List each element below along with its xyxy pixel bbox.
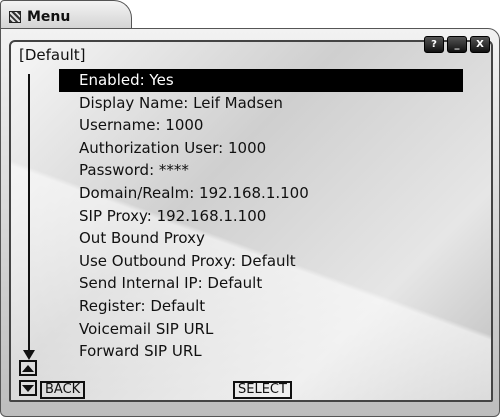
triangle-down-icon bbox=[22, 384, 34, 392]
menu-item-password[interactable]: Password: **** bbox=[59, 159, 463, 182]
scroll-indicator-line bbox=[28, 74, 30, 354]
menu-item-outbound-proxy[interactable]: Out Bound Proxy bbox=[59, 227, 463, 250]
menu-window: Menu ? _ X [Default] Enabled: Yes Displa… bbox=[0, 0, 500, 417]
close-button[interactable]: X bbox=[470, 36, 490, 53]
menu-item-username[interactable]: Username: 1000 bbox=[59, 114, 463, 137]
help-button[interactable]: ? bbox=[424, 36, 444, 53]
phone-screen: [Default] Enabled: Yes Display Name: Lei… bbox=[9, 40, 493, 402]
select-softkey[interactable]: SELECT bbox=[233, 381, 292, 399]
menu-item-register[interactable]: Register: Default bbox=[59, 295, 463, 318]
scroll-down-button[interactable] bbox=[19, 380, 37, 396]
menu-item-domain-realm[interactable]: Domain/Realm: 192.168.1.100 bbox=[59, 182, 463, 205]
minimize-button[interactable]: _ bbox=[447, 36, 467, 53]
section-label: [Default] bbox=[19, 46, 86, 64]
menu-item-use-outbound-proxy[interactable]: Use Outbound Proxy: Default bbox=[59, 250, 463, 273]
app-icon bbox=[9, 10, 21, 23]
menu-item-sip-proxy[interactable]: SIP Proxy: 192.168.1.100 bbox=[59, 205, 463, 228]
back-softkey[interactable]: BACK bbox=[40, 381, 86, 399]
menu-item-send-internal-ip[interactable]: Send Internal IP: Default bbox=[59, 272, 463, 295]
scroll-indicator-arrow-icon bbox=[23, 350, 35, 360]
menu-item-display-name[interactable]: Display Name: Leif Madsen bbox=[59, 92, 463, 115]
triangle-up-icon bbox=[22, 364, 34, 372]
window-controls: ? _ X bbox=[424, 36, 490, 53]
menu-item-enabled[interactable]: Enabled: Yes bbox=[59, 69, 463, 92]
menu-item-authorization-user[interactable]: Authorization User: 1000 bbox=[59, 137, 463, 160]
menu-list: Enabled: Yes Display Name: Leif Madsen U… bbox=[59, 69, 463, 363]
menu-item-forward-sip-url[interactable]: Forward SIP URL bbox=[59, 340, 463, 363]
menu-item-voicemail-sip-url[interactable]: Voicemail SIP URL bbox=[59, 318, 463, 341]
window-title: Menu bbox=[27, 8, 71, 25]
scroll-up-button[interactable] bbox=[19, 360, 37, 376]
